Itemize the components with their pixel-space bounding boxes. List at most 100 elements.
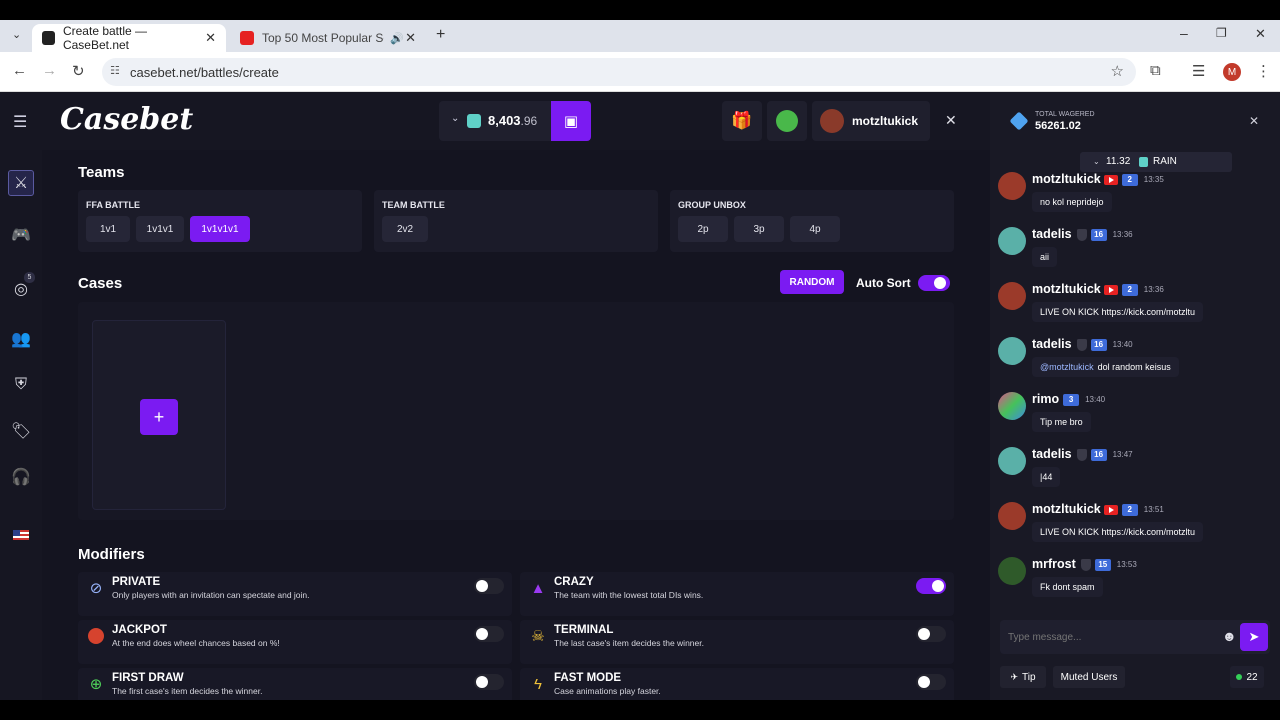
tab-create-battle[interactable]: Create battle — CaseBet.net ✕ (32, 24, 226, 52)
tip-label: Tip (1022, 671, 1036, 683)
media-icon[interactable]: ☰ (1192, 62, 1205, 80)
target-icon[interactable]: ◎ 5 (8, 272, 35, 302)
modifier-crazy: ▲ CRAZY The team with the lowest total D… (520, 572, 954, 616)
avatar[interactable] (998, 172, 1026, 200)
window-close-icon[interactable]: ✕ (1255, 26, 1266, 42)
level-badge-icon (776, 110, 798, 132)
bookmark-star-icon[interactable]: ☆ (1111, 62, 1124, 80)
send-message-button[interactable]: ➤ (1240, 623, 1268, 651)
reload-icon[interactable]: ↻ (72, 62, 85, 80)
group-4p-button[interactable]: 4p (790, 216, 840, 242)
random-button[interactable]: RANDOM (780, 270, 844, 294)
shield-icon[interactable]: ⛨ (8, 372, 34, 398)
url-field[interactable]: ☷ casebet.net/battles/create ☆ (102, 58, 1136, 86)
restore-icon[interactable]: ❐ (1216, 26, 1227, 40)
group-unbox-panel: GROUP UNBOX 2p 3p 4p (670, 190, 954, 252)
ffa-battle-panel: FFA BATTLE 1v1 1v1v1 1v1v1v1 (78, 190, 362, 252)
avatar[interactable] (998, 447, 1026, 475)
close-chat-toggle-icon[interactable]: ✕ (945, 112, 957, 129)
site-info-icon[interactable]: ☷ (110, 64, 120, 77)
wallet-button[interactable]: ▣ (551, 101, 591, 141)
chat-username[interactable]: tadelis 16 13:36 (1032, 227, 1133, 241)
emoji-icon[interactable]: ☻ (1222, 628, 1237, 644)
chat-message-input[interactable] (1008, 628, 1208, 646)
modifier-title: PRIVATE (112, 576, 161, 588)
terminal-toggle[interactable] (916, 626, 946, 642)
group-3p-button[interactable]: 3p (734, 216, 784, 242)
chat-message: motzltukick 2 13:51 LIVE ON KICK https://k… (998, 502, 1268, 554)
first-draw-toggle[interactable] (474, 674, 504, 690)
close-tab-icon[interactable]: ✕ (405, 30, 416, 46)
chat-username[interactable]: motzltukick 2 13:35 (1032, 172, 1164, 186)
balance-display[interactable]: ⌄ 8,403.96 (439, 101, 551, 141)
tab-songs[interactable]: Top 50 Most Popular Songs 🔊 ✕ (230, 24, 426, 52)
add-case-slot[interactable]: + (92, 320, 226, 510)
modifier-desc: The first case's item decides the winner… (112, 686, 263, 696)
modifier-fast-mode: ϟ FAST MODE Case animations play faster. (520, 668, 954, 700)
shield-icon (1080, 558, 1091, 571)
user-profile-button[interactable]: motzltukick (812, 101, 930, 141)
extensions-icon[interactable]: ⧉ (1150, 62, 1161, 79)
chat-username[interactable]: tadelis 16 13:40 (1032, 337, 1133, 351)
minimize-icon[interactable]: – (1180, 25, 1188, 41)
gift-icon: 🎁 (731, 111, 753, 130)
close-chat-icon[interactable]: ✕ (1249, 114, 1259, 128)
balance-amount: 8,403.96 (488, 113, 538, 128)
tag-icon[interactable]: 🏷 (8, 418, 34, 444)
jackpot-icon (86, 626, 106, 646)
avatar[interactable] (998, 502, 1026, 530)
group-unbox-label: GROUP UNBOX (678, 200, 746, 210)
auto-sort-toggle[interactable] (918, 275, 950, 291)
avatar[interactable] (998, 557, 1026, 585)
private-toggle[interactable] (474, 578, 504, 594)
add-case-button[interactable]: + (140, 399, 178, 435)
avatar[interactable] (998, 227, 1026, 255)
fast-mode-toggle[interactable] (916, 674, 946, 690)
ffa-label: FFA BATTLE (86, 200, 140, 210)
close-tab-icon[interactable]: ✕ (205, 30, 216, 46)
rain-bar[interactable]: ⌄ 11.32 RAIN (1080, 152, 1232, 172)
chat-username[interactable]: mrfrost 15 13:53 (1032, 557, 1137, 571)
chat-username[interactable]: rimo 3 13:40 (1032, 392, 1105, 406)
battles-icon[interactable]: ⚔ (8, 170, 34, 196)
browser-address-bar: ← → ↻ ☷ casebet.net/battles/create ☆ ⧉ ☰… (0, 52, 1280, 92)
speaker-icon[interactable]: 🔊 (390, 32, 404, 45)
gamepad-icon[interactable]: 🎮 (8, 222, 34, 248)
tip-button[interactable]: ✈ Tip (1000, 666, 1046, 688)
users-icon[interactable]: 👥 (8, 326, 34, 352)
chat-username[interactable]: motzltukick 2 13:36 (1032, 282, 1164, 296)
modifier-desc: Only players with an invitation can spec… (112, 590, 310, 600)
skull-icon: ☠ (531, 628, 545, 645)
team-battle-label: TEAM BATTLE (382, 200, 445, 210)
hamburger-menu-icon[interactable]: ☰ (13, 112, 27, 132)
ffa-1v1v1-button[interactable]: 1v1v1 (136, 216, 184, 242)
new-tab-icon[interactable]: + (436, 26, 445, 44)
send-icon: ➤ (1248, 629, 1260, 644)
avatar[interactable] (998, 282, 1026, 310)
jackpot-toggle[interactable] (474, 626, 504, 642)
level-button[interactable] (767, 101, 807, 141)
ffa-1v1-button[interactable]: 1v1 (86, 216, 130, 242)
muted-users-button[interactable]: Muted Users (1053, 666, 1125, 688)
group-2p-button[interactable]: 2p (678, 216, 728, 242)
profile-avatar[interactable]: M (1223, 63, 1241, 81)
chat-username[interactable]: tadelis 16 13:47 (1032, 447, 1133, 461)
total-wagered-label: TOTAL WAGERED (1035, 111, 1095, 118)
team-2v2-button[interactable]: 2v2 (382, 216, 428, 242)
rewards-button[interactable]: 🎁 (722, 101, 762, 141)
tab-list-chevron-icon[interactable]: ⌄ (12, 28, 21, 41)
headset-icon[interactable]: 🎧 (8, 464, 34, 490)
casebet-logo[interactable]: Casebet (60, 102, 193, 137)
back-icon[interactable]: ← (12, 62, 27, 79)
crazy-toggle[interactable] (916, 578, 946, 594)
chat-message: tadelis 16 13:47 |44 (998, 447, 1268, 499)
ffa-1v1v1v1-button[interactable]: 1v1v1v1 (190, 216, 250, 242)
avatar[interactable] (998, 392, 1026, 420)
chat-message-text: Tip me bro (1032, 412, 1091, 432)
language-flag-icon[interactable] (8, 522, 34, 548)
avatar[interactable] (998, 337, 1026, 365)
forward-icon[interactable]: → (42, 62, 57, 79)
chat-username[interactable]: motzltukick 2 13:51 (1032, 502, 1164, 516)
modifier-title: FAST MODE (554, 672, 622, 684)
browser-menu-icon[interactable]: ⋮ (1256, 62, 1271, 80)
